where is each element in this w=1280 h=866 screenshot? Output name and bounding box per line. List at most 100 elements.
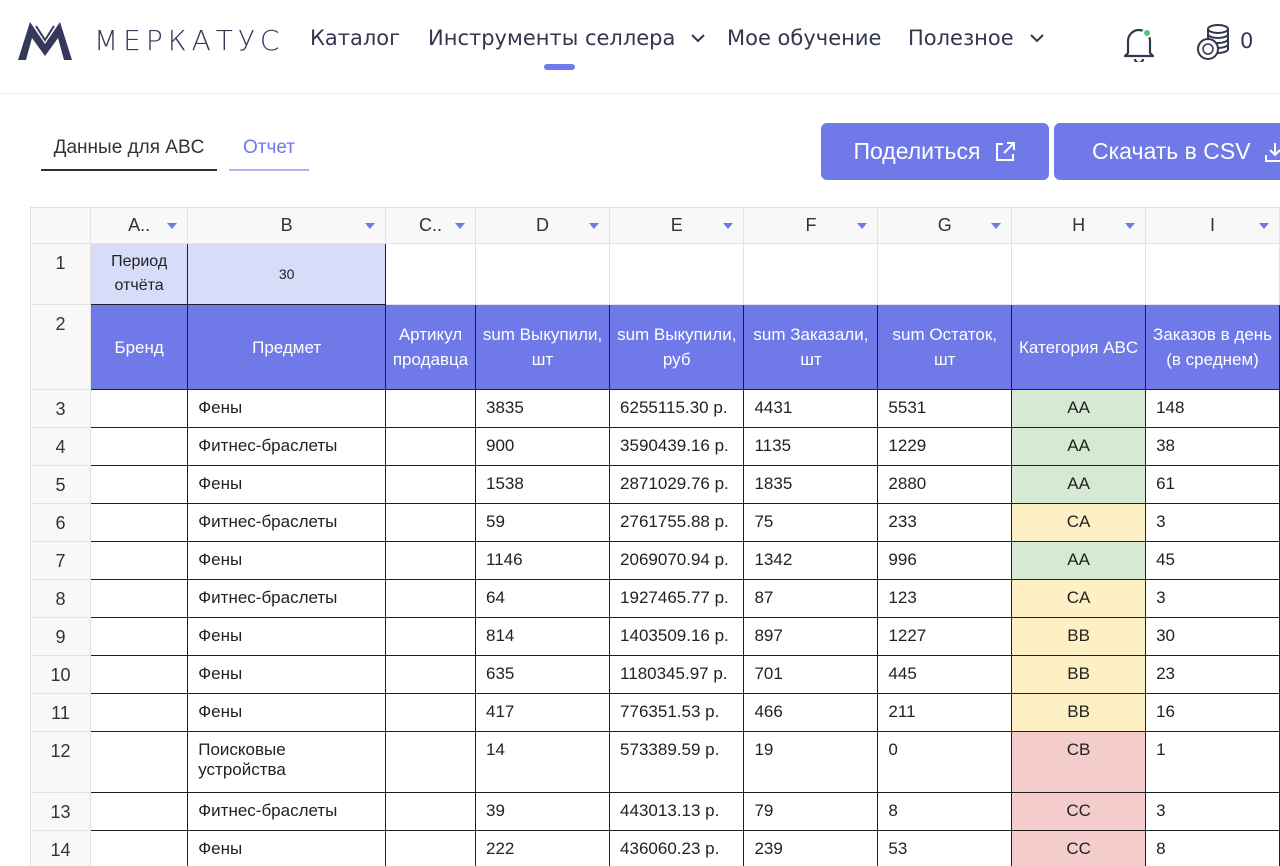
abc-category-cell[interactable]: AA (1011, 389, 1147, 428)
bought-rub-cell[interactable]: 1180345.97 р. (609, 655, 745, 694)
stock-cell[interactable]: 8 (877, 792, 1013, 831)
subject-cell[interactable]: Фены (187, 617, 387, 656)
dropdown-caret-icon[interactable] (455, 223, 465, 229)
bought-qty-cell[interactable]: 3835 (474, 389, 611, 428)
bought-qty-cell[interactable]: 59 (474, 503, 611, 542)
empty-cell[interactable] (1145, 243, 1280, 305)
row-number[interactable]: 1 (29, 243, 92, 305)
dropdown-caret-icon[interactable] (991, 223, 1002, 229)
bought-qty-cell[interactable]: 417 (474, 693, 611, 732)
orders-per-day-cell[interactable]: 3 (1145, 503, 1280, 542)
bought-rub-cell[interactable]: 2871029.76 р. (609, 465, 745, 504)
brand-cell[interactable] (90, 792, 189, 831)
brand-cell[interactable] (90, 617, 189, 656)
header-cell-ordered-qty[interactable]: sum Заказали, шт (743, 304, 879, 390)
brand-cell[interactable] (90, 830, 189, 866)
column-header-g[interactable]: G (877, 207, 1013, 244)
stock-cell[interactable]: 211 (877, 693, 1013, 732)
brand-cell[interactable] (90, 579, 189, 618)
seller-sku-cell[interactable] (385, 617, 476, 656)
brand-cell[interactable] (90, 389, 189, 428)
abc-category-cell[interactable]: AA (1011, 427, 1147, 466)
bought-rub-cell[interactable]: 436060.23 р. (609, 830, 745, 866)
bought-qty-cell[interactable]: 900 (474, 427, 611, 466)
stock-cell[interactable]: 445 (877, 655, 1013, 694)
bought-rub-cell[interactable]: 776351.53 р. (609, 693, 745, 732)
subject-cell[interactable]: Фитнес-браслеты (187, 427, 387, 466)
stock-cell[interactable]: 1227 (877, 617, 1013, 656)
row-number[interactable]: 9 (29, 617, 92, 656)
ordered-qty-cell[interactable]: 1835 (743, 465, 879, 504)
nav-catalog[interactable]: Каталог (310, 26, 400, 50)
tab-abc-data[interactable]: Данные для ABC (41, 137, 217, 171)
orders-per-day-cell[interactable]: 23 (1145, 655, 1280, 694)
empty-cell[interactable] (743, 243, 879, 305)
seller-sku-cell[interactable] (385, 830, 476, 866)
column-header-d[interactable]: D (474, 207, 611, 244)
row-number[interactable]: 8 (29, 579, 92, 618)
empty-cell[interactable] (385, 243, 476, 305)
period-label-cell[interactable]: Период отчёта (90, 243, 189, 305)
orders-per-day-cell[interactable]: 148 (1145, 389, 1280, 428)
tab-report[interactable]: Отчет (229, 137, 309, 171)
share-button[interactable]: Поделиться (821, 123, 1049, 180)
header-cell-bought-rub[interactable]: sum Выкупили, руб (609, 304, 745, 390)
seller-sku-cell[interactable] (385, 541, 476, 580)
dropdown-caret-icon[interactable] (1259, 223, 1269, 229)
seller-sku-cell[interactable] (385, 503, 476, 542)
ordered-qty-cell[interactable]: 19 (743, 731, 879, 793)
bought-qty-cell[interactable]: 1146 (474, 541, 611, 580)
header-cell-seller-sku[interactable]: Артикул продавца (385, 304, 476, 390)
download-csv-button[interactable]: Скачать в CSV (1054, 123, 1280, 180)
ordered-qty-cell[interactable]: 466 (743, 693, 879, 732)
stock-cell[interactable]: 53 (877, 830, 1013, 866)
orders-per-day-cell[interactable]: 30 (1145, 617, 1280, 656)
column-header-h[interactable]: H (1011, 207, 1147, 244)
seller-sku-cell[interactable] (385, 792, 476, 831)
brand-cell[interactable] (90, 731, 189, 793)
dropdown-caret-icon[interactable] (1125, 223, 1136, 229)
seller-sku-cell[interactable] (385, 389, 476, 428)
brand-cell[interactable] (90, 503, 189, 542)
logo-text[interactable]: МЕРКАТУС (94, 24, 284, 57)
bought-qty-cell[interactable]: 64 (474, 579, 611, 618)
row-number[interactable]: 4 (29, 427, 92, 466)
column-header-f[interactable]: F (743, 207, 879, 244)
row-number[interactable]: 13 (29, 792, 92, 831)
subject-cell[interactable]: Фены (187, 465, 387, 504)
bought-rub-cell[interactable]: 2761755.88 р. (609, 503, 745, 542)
subject-cell[interactable]: Фены (187, 693, 387, 732)
stock-cell[interactable]: 233 (877, 503, 1013, 542)
abc-category-cell[interactable]: AA (1011, 465, 1147, 504)
orders-per-day-cell[interactable]: 8 (1145, 830, 1280, 866)
row-number[interactable]: 5 (29, 465, 92, 504)
nav-my-learning[interactable]: Мое обучение (727, 26, 881, 50)
bought-rub-cell[interactable]: 443013.13 р. (609, 792, 745, 831)
orders-per-day-cell[interactable]: 1 (1145, 731, 1280, 793)
stock-cell[interactable]: 996 (877, 541, 1013, 580)
merkatus-logo-icon[interactable] (16, 20, 74, 62)
bought-rub-cell[interactable]: 1927465.77 р. (609, 579, 745, 618)
row-number[interactable]: 2 (29, 304, 92, 390)
stock-cell[interactable]: 1229 (877, 427, 1013, 466)
header-cell-brand[interactable]: Бренд (90, 304, 189, 390)
bought-rub-cell[interactable]: 2069070.94 р. (609, 541, 745, 580)
stock-cell[interactable]: 123 (877, 579, 1013, 618)
nav-seller-tools[interactable]: Инструменты селлера (428, 26, 707, 50)
ordered-qty-cell[interactable]: 701 (743, 655, 879, 694)
ordered-qty-cell[interactable]: 897 (743, 617, 879, 656)
stock-cell[interactable]: 5531 (877, 389, 1013, 428)
nav-useful[interactable]: Полезное (908, 26, 1046, 50)
subject-cell[interactable]: Поисковые устройства (187, 731, 387, 793)
column-header-i[interactable]: I (1145, 207, 1280, 244)
row-number[interactable]: 11 (29, 693, 92, 732)
column-header-e[interactable]: E (609, 207, 745, 244)
orders-per-day-cell[interactable]: 16 (1145, 693, 1280, 732)
brand-cell[interactable] (90, 541, 189, 580)
abc-category-cell[interactable]: CC (1011, 792, 1147, 831)
subject-cell[interactable]: Фены (187, 655, 387, 694)
orders-per-day-cell[interactable]: 45 (1145, 541, 1280, 580)
bought-rub-cell[interactable]: 573389.59 р. (609, 731, 745, 793)
row-number[interactable]: 7 (29, 541, 92, 580)
bought-qty-cell[interactable]: 1538 (474, 465, 611, 504)
